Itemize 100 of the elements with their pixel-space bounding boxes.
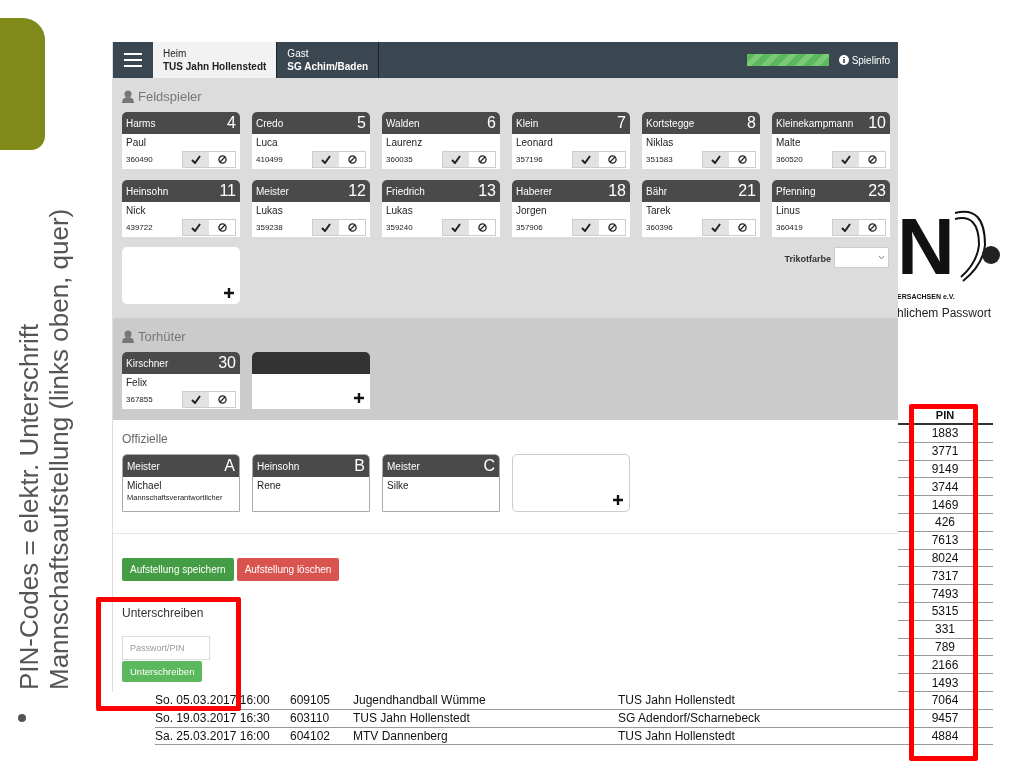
player-surname: Haberer xyxy=(516,185,553,197)
jersey-label: Trikotfarbe xyxy=(784,254,831,264)
official-card[interactable]: Heinsohn B Rene xyxy=(252,454,370,512)
table-cell: SG Adendorf/Scharnebeck xyxy=(618,711,761,726)
player-card[interactable]: Kirschner 30 Felix 367855 xyxy=(122,352,240,409)
jersey-number: 5 xyxy=(357,114,366,132)
player-first-name: Jorgen xyxy=(516,205,548,216)
player-card[interactable]: Pfenning 23 Linus 360419 xyxy=(772,180,890,237)
player-id: 367855 xyxy=(126,395,153,404)
table-cell: 426 xyxy=(935,515,955,530)
table-cell: Sa. 25.03.2017 16:00 xyxy=(155,728,270,743)
player-card[interactable]: Klein 7 Leonard 357196 xyxy=(512,112,630,169)
player-card[interactable]: Walden 6 Laurenz 360035 xyxy=(382,112,500,169)
check-icon xyxy=(841,155,851,164)
add-goalkeeper-card[interactable] xyxy=(252,352,370,409)
player-surname: Bähr xyxy=(646,185,668,197)
player-first-name: Tarek xyxy=(646,205,672,216)
section-title: Torhüter xyxy=(138,328,186,344)
table-cell: 1883 xyxy=(931,426,959,441)
attendance-toggle[interactable] xyxy=(312,151,366,168)
official-surname: Meister xyxy=(127,460,160,472)
attendance-toggle[interactable] xyxy=(442,219,496,236)
prohibited-icon xyxy=(347,223,357,232)
attendance-toggle[interactable] xyxy=(572,151,626,168)
player-surname: Friedrich xyxy=(386,185,425,197)
team-tab[interactable]: Heim TUS Jahn Hollenstedt xyxy=(153,42,278,78)
attendance-toggle[interactable] xyxy=(572,219,626,236)
check-icon xyxy=(191,155,201,164)
plus-icon xyxy=(224,288,234,298)
jersey-number: 11 xyxy=(219,182,236,200)
player-card[interactable]: Meister 12 Lukas 359238 xyxy=(252,180,370,237)
attendance-toggle[interactable] xyxy=(702,219,756,236)
table-cell: 789 xyxy=(935,639,955,654)
player-surname: Credo xyxy=(256,117,284,129)
table-cell: So. 05.03.2017 16:00 xyxy=(155,693,270,708)
table-cell: 604102 xyxy=(290,728,331,743)
player-first-name: Laurenz xyxy=(386,137,424,148)
attendance-toggle[interactable] xyxy=(832,151,886,168)
prohibited-icon xyxy=(607,223,617,232)
player-id: 410499 xyxy=(256,155,283,164)
prohibited-icon xyxy=(477,223,487,232)
attendance-toggle[interactable] xyxy=(442,151,496,168)
player-first-name: Lukas xyxy=(386,205,414,216)
official-surname: Heinsohn xyxy=(257,460,300,472)
player-card[interactable]: Kortstegge 8 Niklas 351583 xyxy=(642,112,760,169)
player-id: 360490 xyxy=(126,155,153,164)
table-cell: 3771 xyxy=(931,444,959,459)
prohibited-icon xyxy=(217,155,227,164)
password-field[interactable]: Passwort/PIN xyxy=(122,636,210,660)
official-first-name: Rene xyxy=(257,480,282,491)
jersey-color-select[interactable] xyxy=(834,247,889,268)
table-cell: 5315 xyxy=(931,604,959,619)
player-card[interactable]: Heinsohn 11 Nick 439722 xyxy=(122,180,240,237)
table-cell: 603110 xyxy=(290,711,330,726)
official-first-name: Michael xyxy=(127,480,163,491)
attendance-toggle[interactable] xyxy=(182,391,236,408)
plus-icon xyxy=(354,393,364,403)
person-icon xyxy=(122,89,134,103)
player-id: 351583 xyxy=(646,155,673,164)
note-text: hlichem Passwort xyxy=(897,306,993,320)
check-icon xyxy=(451,223,461,232)
official-letter: A xyxy=(224,457,235,475)
player-first-name: Nick xyxy=(126,205,147,216)
player-card[interactable]: Kleinekampmann 10 Malte 360520 xyxy=(772,112,890,169)
plus-icon xyxy=(613,495,623,505)
attendance-toggle[interactable] xyxy=(182,151,236,168)
table-cell: Jugendhandball Wümme xyxy=(353,693,486,708)
player-id: 360396 xyxy=(646,223,673,232)
player-card[interactable]: Credo 5 Luca 410499 xyxy=(252,112,370,169)
info-button[interactable]: Spielinfo xyxy=(838,42,898,78)
table-cell: TUS Jahn Hollenstedt xyxy=(618,693,735,708)
check-icon xyxy=(711,155,721,164)
jersey-number: 18 xyxy=(608,182,626,200)
table-cell: 9149 xyxy=(931,462,959,476)
jersey-number: 4 xyxy=(227,114,236,132)
table-cell: 1493 xyxy=(931,675,959,690)
player-id: 360419 xyxy=(776,223,803,232)
jersey-number: 23 xyxy=(868,182,886,200)
check-icon xyxy=(191,395,201,404)
player-card[interactable]: Harms 4 Paul 360490 xyxy=(122,112,240,169)
player-id: 359240 xyxy=(386,223,413,232)
official-card[interactable]: Meister C Silke xyxy=(382,454,500,512)
jersey-number: 13 xyxy=(478,182,496,200)
attendance-toggle[interactable] xyxy=(702,151,756,168)
player-card[interactable]: Friedrich 13 Lukas 359240 xyxy=(382,180,500,237)
player-card[interactable]: Haberer 18 Jorgen 357906 xyxy=(512,180,630,237)
player-first-name: Niklas xyxy=(646,137,675,148)
jersey-number: 21 xyxy=(738,182,756,200)
prohibited-icon xyxy=(477,155,487,164)
table-cell: 331 xyxy=(935,622,955,637)
lineup-button[interactable]: Aufstellung löschen xyxy=(236,558,340,581)
player-surname: Kortstegge xyxy=(646,117,695,129)
attendance-toggle[interactable] xyxy=(312,219,366,236)
jersey-number: 12 xyxy=(348,182,366,200)
official-letter: C xyxy=(483,457,495,475)
attendance-toggle[interactable] xyxy=(182,219,236,236)
player-card[interactable]: Bähr 21 Tarek 360396 xyxy=(642,180,760,237)
attendance-toggle[interactable] xyxy=(832,219,886,236)
check-icon xyxy=(581,223,591,232)
prohibited-icon xyxy=(217,395,227,404)
